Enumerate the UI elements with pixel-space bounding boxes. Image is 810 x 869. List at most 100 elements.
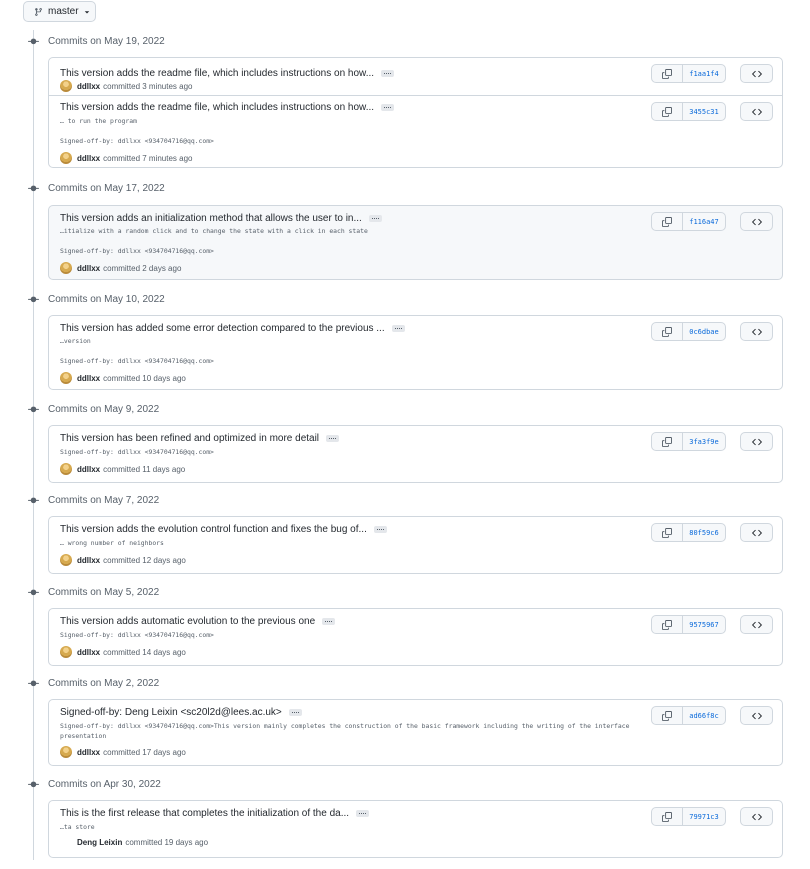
commit-author[interactable]: ddllxx [77,648,100,657]
avatar[interactable] [60,554,72,566]
avatar[interactable] [60,262,72,274]
avatar[interactable] [60,463,72,475]
commit-title[interactable]: This version adds the readme file, which… [60,102,395,113]
expand-ellipsis-button[interactable] [391,325,405,332]
commit-title-text[interactable]: This version adds an initialization meth… [60,213,362,224]
expand-ellipsis-button[interactable] [381,70,395,77]
avatar[interactable] [60,372,72,384]
commit-title[interactable]: This version adds an initialization meth… [60,213,382,224]
commit-group: This version has added some error detect… [48,315,783,390]
code-icon [751,528,762,538]
copy-sha-button[interactable] [651,706,683,725]
commit-sha-link[interactable]: f116a47 [682,212,726,231]
commit-row: Signed-off-by: Deng Leixin <sc20l2d@lees… [49,700,782,765]
browse-repo-button[interactable] [740,615,773,634]
expand-ellipsis-button[interactable] [288,709,302,716]
commit-row: This version has added some error detect… [49,316,782,389]
copy-icon [662,811,672,822]
commit-sha-link[interactable]: ad66f8c [682,706,726,725]
commit-title-text[interactable]: This version adds the evolution control … [60,524,367,535]
copy-sha-button[interactable] [651,322,683,341]
expand-ellipsis-button[interactable] [381,104,395,111]
commit-author[interactable]: Deng Leixin [77,838,122,847]
commit-date-label: Commits on May 2, 2022 [48,677,160,689]
commit-author[interactable]: ddllxx [77,264,100,273]
commit-title[interactable]: Signed-off-by: Deng Leixin <sc20l2d@lees… [60,707,302,718]
commit-title[interactable]: This version has been refined and optimi… [60,433,340,444]
browse-repo-button[interactable] [740,64,773,83]
commit-sha-link[interactable]: 3fa3f9e [682,432,726,451]
commit-meta: ddllxx committed 12 days ago [60,554,186,566]
branch-select-button[interactable]: master [23,1,96,22]
copy-sha-button[interactable] [651,212,683,231]
commit-row: This version adds an initialization meth… [49,206,782,279]
commit-title[interactable]: This version adds the evolution control … [60,524,387,535]
commit-date-label: Commits on Apr 30, 2022 [48,778,161,790]
code-icon [751,620,762,630]
code-icon [751,327,762,337]
avatar[interactable] [60,152,72,164]
commit-title-text[interactable]: This is the first release that completes… [60,808,349,819]
commit-title[interactable]: This version adds automatic evolution to… [60,616,336,627]
commit-date-label: Commits on May 17, 2022 [48,182,165,194]
browse-repo-button[interactable] [740,432,773,451]
code-icon [751,711,762,721]
copy-sha-button[interactable] [651,615,683,634]
commit-body: … to run the program Signed-off-by: ddll… [60,117,214,145]
avatar[interactable] [60,746,72,758]
commit-author[interactable]: ddllxx [77,556,100,565]
commit-date-header: Commits on May 19, 2022 [28,34,165,48]
browse-repo-button[interactable] [740,523,773,542]
commit-author[interactable]: ddllxx [77,748,100,757]
browse-repo-button[interactable] [740,102,773,121]
commit-author[interactable]: ddllxx [77,154,100,163]
copy-sha-button[interactable] [651,807,683,826]
avatar[interactable] [60,646,72,658]
commit-meta: ddllxx committed 7 minutes ago [60,152,193,164]
commit-sha-link[interactable]: 80f59c6 [682,523,726,542]
commit-sha-link[interactable]: f1aa1f4 [682,64,726,83]
expand-ellipsis-button[interactable] [368,215,382,222]
commit-title-text[interactable]: This version adds the readme file, which… [60,102,374,113]
commit-sha-link[interactable]: 0c6dbae [682,322,726,341]
commit-title[interactable]: This version has added some error detect… [60,323,405,334]
commit-sha-link[interactable]: 79971c3 [682,807,726,826]
commit-time: committed 19 days ago [125,838,209,847]
commit-author[interactable]: ddllxx [77,465,100,474]
commit-group: This version adds automatic evolution to… [48,608,783,666]
commit-row: This is the first release that completes… [49,801,782,857]
commit-title-text[interactable]: This version adds the readme file, which… [60,68,374,79]
copy-sha-button[interactable] [651,432,683,451]
commit-title-text[interactable]: This version has added some error detect… [60,323,385,334]
git-commit-icon [28,779,39,790]
expand-ellipsis-button[interactable] [322,618,336,625]
copy-sha-button[interactable] [651,64,683,83]
browse-repo-button[interactable] [740,706,773,725]
commit-title-text[interactable]: Signed-off-by: Deng Leixin <sc20l2d@lees… [60,707,282,718]
copy-sha-button[interactable] [651,523,683,542]
commit-title[interactable]: This version adds the readme file, which… [60,68,395,79]
expand-ellipsis-button[interactable] [356,810,370,817]
commit-date-header: Commits on May 5, 2022 [28,585,159,599]
avatar[interactable] [60,80,72,92]
code-icon [751,437,762,447]
commit-sha-link[interactable]: 9575967 [682,615,726,634]
commit-row: This version adds automatic evolution to… [49,609,782,665]
browse-repo-button[interactable] [740,212,773,231]
git-commit-icon [28,294,39,305]
expand-ellipsis-button[interactable] [326,435,340,442]
copy-icon [662,216,672,227]
commit-title[interactable]: This is the first release that completes… [60,808,370,819]
expand-ellipsis-button[interactable] [373,526,387,533]
commit-time: committed 10 days ago [103,373,186,383]
browse-repo-button[interactable] [740,807,773,826]
commit-title-text[interactable]: This version has been refined and optimi… [60,433,319,444]
commit-title-text[interactable]: This version adds automatic evolution to… [60,616,315,627]
commit-sha-link[interactable]: 3455c31 [682,102,726,121]
copy-sha-button[interactable] [651,102,683,121]
copy-icon [662,326,672,337]
commit-author[interactable]: ddllxx [77,82,100,91]
browse-repo-button[interactable] [740,322,773,341]
git-commit-icon [28,36,39,47]
commit-author[interactable]: ddllxx [77,374,100,383]
